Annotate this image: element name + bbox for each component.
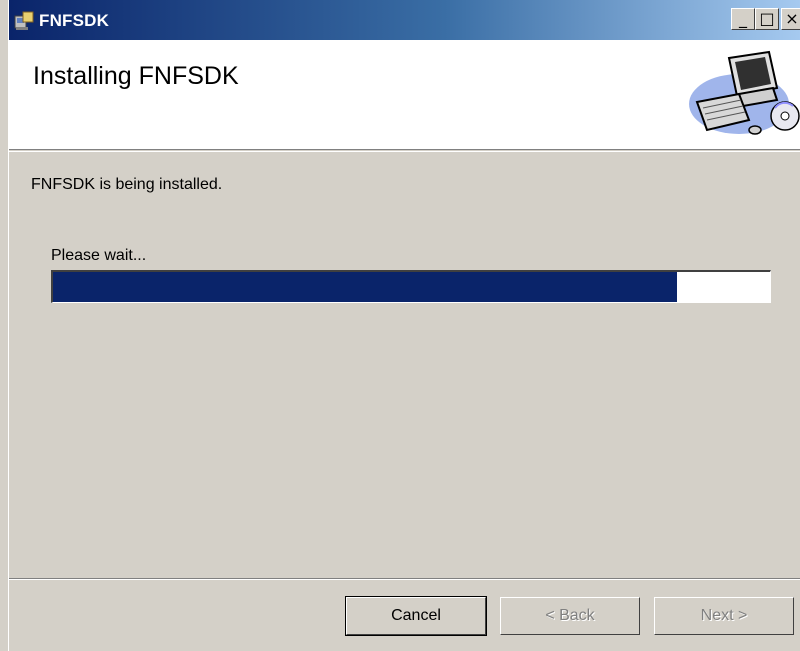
maximize-button[interactable]: □ (755, 8, 779, 30)
title-bar[interactable]: FNFSDK _ □ × (9, 0, 800, 40)
header-banner: Installing FNFSDK (9, 40, 800, 150)
footer-divider-highlight (9, 579, 800, 580)
page-title: Installing FNFSDK (33, 62, 239, 90)
wait-label: Please wait... (51, 247, 147, 264)
close-button[interactable]: × (781, 8, 800, 30)
installer-window: FNFSDK _ □ × Installing FNFSDK FNFSDK is… (8, 0, 800, 651)
back-button[interactable]: < Back (500, 597, 640, 635)
status-text: FNFSDK is being installed. (31, 176, 223, 193)
minimize-button[interactable]: _ (731, 8, 755, 30)
cancel-button[interactable]: Cancel (345, 596, 487, 636)
header-divider (9, 151, 800, 152)
next-button[interactable]: Next > (654, 597, 794, 635)
progress-fill (53, 272, 677, 302)
installer-app-icon (14, 11, 34, 30)
install-progress-bar (51, 270, 771, 303)
computer-setup-icon (689, 50, 800, 135)
window-title: FNFSDK (39, 11, 110, 30)
